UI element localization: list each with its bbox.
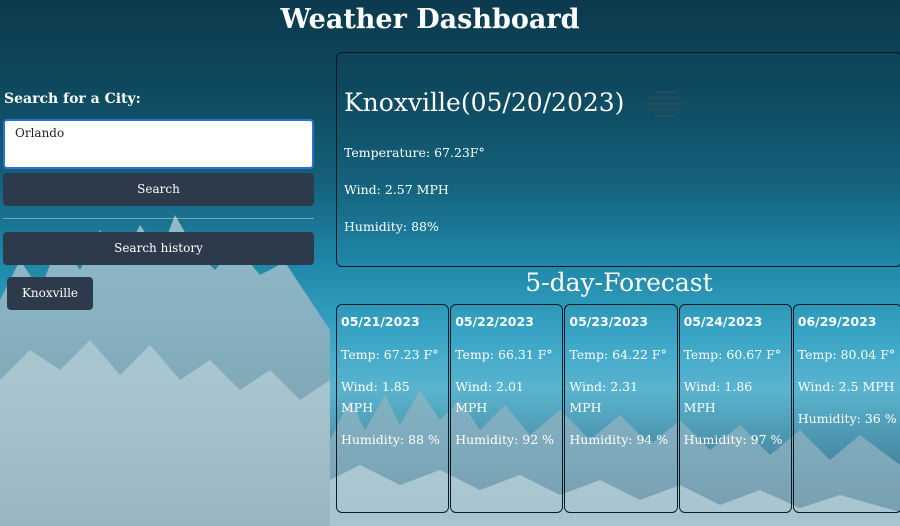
forecast-temp: Temp: 67.23 F°: [341, 347, 439, 362]
forecast-cards: 05/21/2023 Temp: 67.23 F° Wind: 1.85 MPH…: [336, 304, 900, 513]
history-item-knoxville[interactable]: Knoxville: [7, 277, 93, 310]
forecast-title: 5-day-Forecast: [525, 268, 713, 297]
forecast-date: 05/24/2023: [683, 314, 763, 329]
current-humidity: Humidity: 88%: [344, 219, 439, 234]
forecast-humidity: Humidity: 36 %: [797, 411, 897, 426]
forecast-temp: Temp: 80.04 F°: [797, 347, 896, 362]
forecast-wind: Wind: 2.5 MPH: [797, 379, 895, 394]
forecast-date: 05/23/2023: [569, 314, 649, 329]
forecast-wind: Wind: 2.31 MPH: [569, 379, 639, 415]
forecast-card: 05/23/2023 Temp: 64.22 F° Wind: 2.31 MPH…: [564, 304, 678, 513]
current-wind: Wind: 2.57 MPH: [344, 182, 449, 197]
forecast-card: 05/24/2023 Temp: 60.67 F° Wind: 1.86 MPH…: [678, 304, 792, 513]
forecast-temp: Temp: 60.67 F°: [683, 347, 782, 362]
forecast-humidity: Humidity: 97 %: [683, 432, 783, 447]
forecast-date: 05/22/2023: [455, 314, 534, 329]
forecast-wind: Wind: 1.85 MPH: [341, 379, 410, 415]
search-history-button[interactable]: Search history: [3, 232, 314, 265]
search-label: Search for a City:: [4, 91, 141, 107]
forecast-wind: Wind: 1.86 MPH: [683, 379, 753, 415]
forecast-card: 05/22/2023 Temp: 66.31 F° Wind: 2.01 MPH…: [450, 304, 564, 513]
forecast-humidity: Humidity: 94 %: [569, 432, 669, 447]
search-button[interactable]: Search: [3, 173, 314, 206]
city-search-input[interactable]: Orlando: [3, 119, 314, 169]
page-title: Weather Dashboard: [280, 4, 580, 35]
forecast-temp: Temp: 66.31 F°: [455, 347, 553, 362]
forecast-card: 05/21/2023 Temp: 67.23 F° Wind: 1.85 MPH…: [336, 304, 450, 513]
forecast-wind: Wind: 2.01 MPH: [455, 379, 524, 415]
current-city-heading: Knoxville(05/20/2023): [344, 87, 900, 117]
divider: [3, 218, 314, 219]
forecast-card: 06/29/2023 Temp: 80.04 F° Wind: 2.5 MPH …: [792, 304, 900, 513]
current-weather-panel: Knoxville(05/20/2023) Temperature: 67.23…: [336, 52, 900, 267]
forecast-humidity: Humidity: 88 %: [341, 432, 440, 447]
forecast-temp: Temp: 64.22 F°: [569, 347, 667, 362]
forecast-date: 05/21/2023: [341, 314, 420, 329]
current-city-date: Knoxville(05/20/2023): [344, 87, 625, 117]
forecast-date: 06/29/2023: [797, 314, 877, 329]
search-panel: Search for a City: Orlando Search Search…: [3, 88, 314, 310]
forecast-humidity: Humidity: 92 %: [455, 432, 555, 447]
haze-icon: [644, 87, 687, 117]
current-temperature: Temperature: 67.23F°: [344, 145, 485, 160]
